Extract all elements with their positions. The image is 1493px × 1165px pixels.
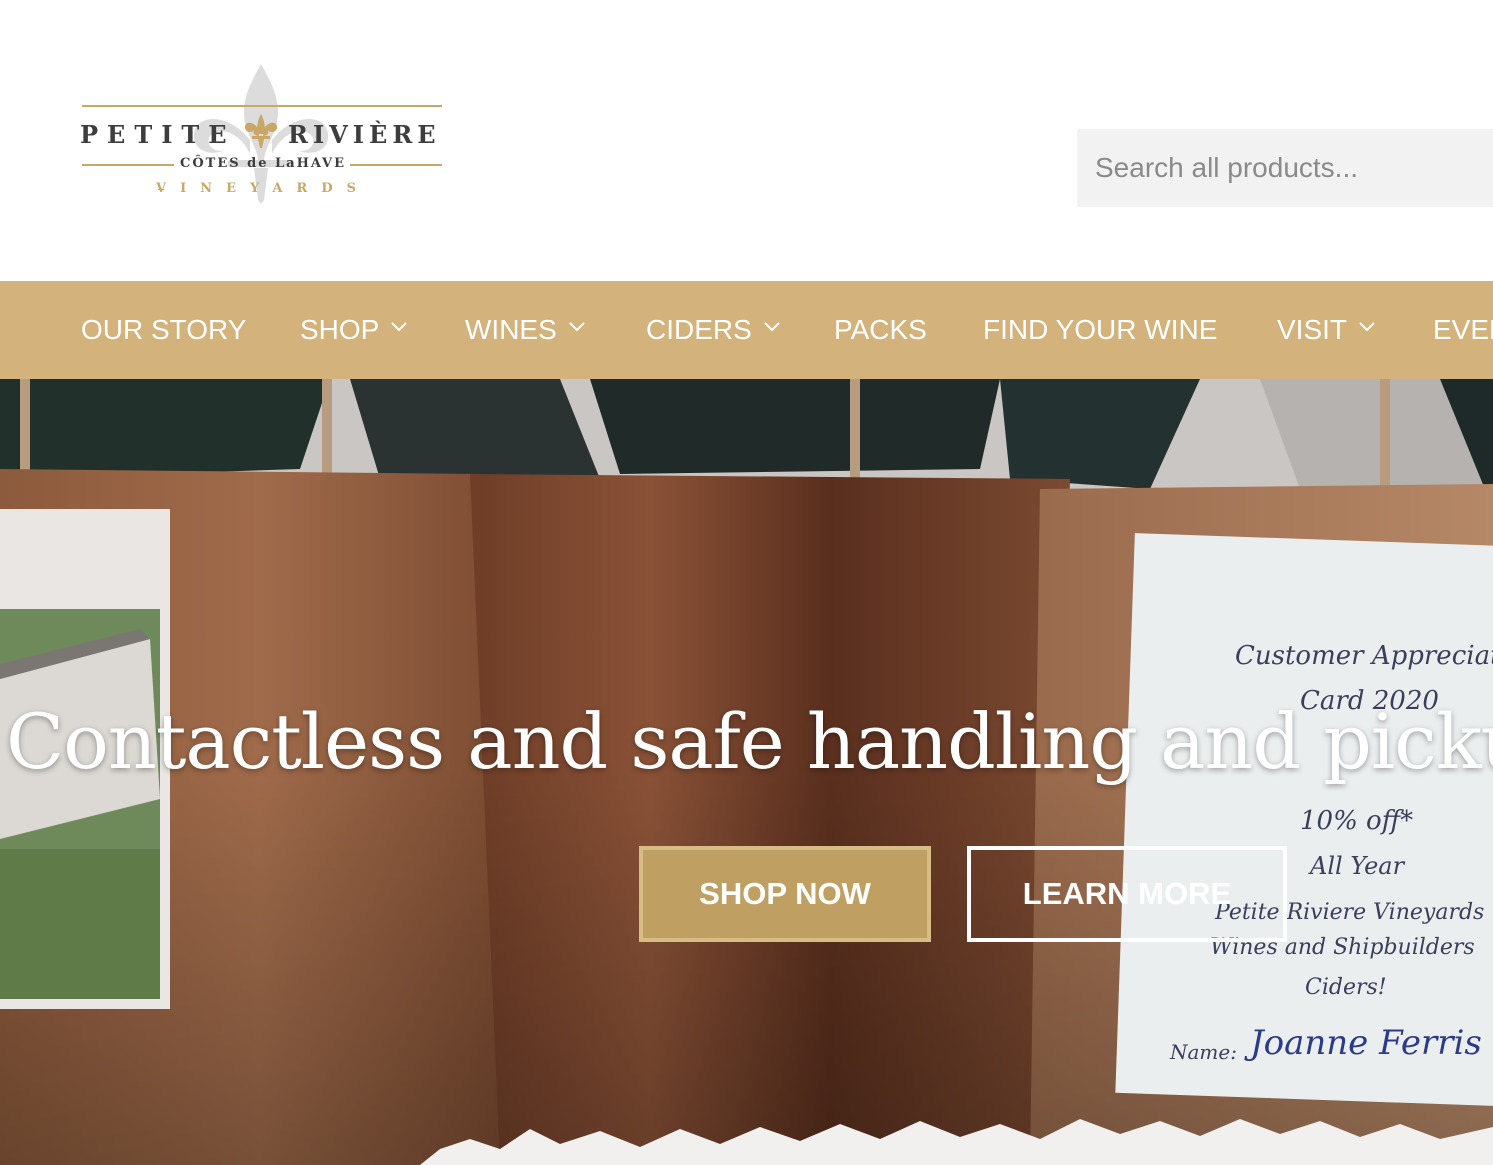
card-line-1: Customer Appreciation xyxy=(1235,641,1493,671)
card-line-4: All Year xyxy=(1308,852,1406,880)
chevron-down-icon xyxy=(569,322,585,332)
nav-item-label: SHOP xyxy=(300,314,380,345)
logo-wordmark: PETITE RIVIÈRE xyxy=(78,120,448,150)
nav-item-shop[interactable]: SHOP xyxy=(300,281,408,379)
nav-item-find-your-wine[interactable]: FIND YOUR WINE xyxy=(983,281,1217,379)
search-input[interactable] xyxy=(1077,129,1493,207)
nav-item-packs[interactable]: PACKS xyxy=(834,281,927,379)
nav-item-visit[interactable]: VISIT xyxy=(1277,281,1375,379)
card-line-3: 10% off* xyxy=(1300,806,1413,836)
site-logo[interactable]: PETITE RIVIÈRE CÔTES de LaHAVE VINEYARDS xyxy=(78,62,448,207)
hero-title: Contactless and safe handling and pickup xyxy=(6,697,1493,786)
chevron-down-icon xyxy=(1359,322,1375,332)
nav-item-label: CIDERS xyxy=(646,314,752,345)
nav-item-label: PACKS xyxy=(834,314,927,345)
chevron-down-icon xyxy=(764,322,780,332)
hero-banner: Customer Appreciation Card 2020 10% off*… xyxy=(0,379,1493,1165)
logo-name-left: PETITE xyxy=(80,120,236,149)
nav-item-label: WINES xyxy=(465,314,557,345)
card-name-value: Joanne Ferris xyxy=(1244,1023,1482,1063)
nav-item-our-story[interactable]: OUR STORY xyxy=(81,281,246,379)
shop-now-button[interactable]: SHOP NOW xyxy=(639,846,931,942)
chevron-down-icon xyxy=(391,322,408,332)
card-name-label: Name: xyxy=(1169,1040,1237,1064)
nav-item-events[interactable]: EVENTS xyxy=(1433,281,1493,379)
nav-item-label: OUR STORY xyxy=(81,314,247,345)
nav-item-ciders[interactable]: CIDERS xyxy=(646,281,780,379)
nav-item-label: EVENTS xyxy=(1433,314,1493,345)
logo-subtitle: CÔTES de LaHAVE xyxy=(179,156,347,171)
nav-item-label: VISIT xyxy=(1277,314,1348,345)
nav-item-wines[interactable]: WINES xyxy=(465,281,585,379)
logo-name-right: RIVIÈRE xyxy=(288,120,441,149)
logo-tagline: VINEYARDS xyxy=(156,181,370,196)
card-line-7: Ciders! xyxy=(1305,975,1387,1000)
nav-item-label: FIND YOUR WINE xyxy=(983,314,1218,345)
learn-more-button[interactable]: LEARN MORE xyxy=(967,846,1287,942)
main-nav: OUR STORY SHOP WINES CIDERS PACKS FIND Y… xyxy=(0,281,1493,379)
site-header: PETITE RIVIÈRE CÔTES de LaHAVE VINEYARDS xyxy=(0,0,1493,281)
